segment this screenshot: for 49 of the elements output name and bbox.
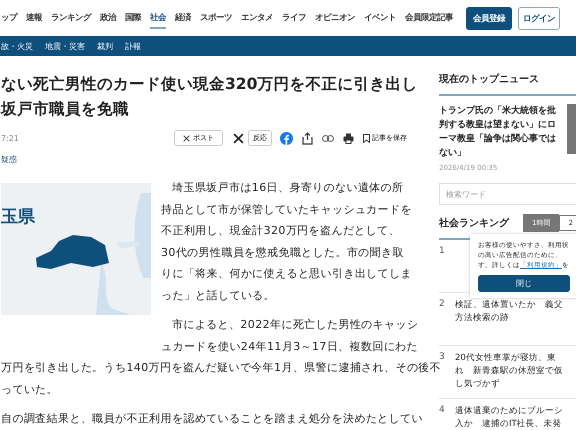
paragraph-line: 自の調査結果と、職員が不正利用を認めていることを踏まえ処分を決めたとしてい <box>1 411 423 427</box>
link-icon[interactable] <box>322 134 334 142</box>
x-icon <box>183 134 190 142</box>
publish-time: 7:21 <box>1 134 19 142</box>
ranking-headline[interactable]: 検証、遺体置いたか 義父 方法検索の跡 <box>455 299 563 339</box>
topic-tag[interactable]: 疑惑 <box>1 154 411 165</box>
nav-tab[interactable]: ランキング <box>51 8 91 28</box>
facebook-icon[interactable] <box>280 132 293 144</box>
paragraph-line: 万円を引き出した。うち140万円を盗んだ疑いで今年1月、県警に逮捕され、その後不 <box>1 360 441 376</box>
map-label: 玉県 <box>1 206 35 228</box>
paragraph-line: ュカードを使い24年11月3～17日、複数回にわた <box>161 338 418 354</box>
nav-tab[interactable]: ップ <box>1 8 17 28</box>
rank-number: 3 <box>439 352 446 362</box>
nav-tab[interactable]: イベント <box>364 8 396 28</box>
nav-tab[interactable]: 政治 <box>100 8 116 28</box>
nav-tab[interactable]: 速報 <box>26 8 42 28</box>
nav-tab[interactable]: 社会 <box>150 8 166 28</box>
paragraph-line: 市によると、2022年に死亡した男性のキャッシ <box>171 317 418 333</box>
paragraph: 埼玉県坂戸市は16日、身寄りのない遺体の所持品として市が保管していたキャッシュカードを不正利用し、現金計320万円を盗んだとして、30代の男性職員を懲戒免職とした。市の聞き取りに「将来、何かに使えると思い引き出してしまった」と話している。 <box>161 180 413 304</box>
share-icon[interactable] <box>302 132 313 144</box>
paragraph-line: っていた。 <box>1 382 58 398</box>
category-link[interactable]: 訃報 <box>125 40 141 52</box>
ranking-headline[interactable]: 遺体遺棄のためにブルーシ 入か 逮捕のIT社長、未発 <box>455 405 563 430</box>
search-field[interactable]: 検索ワード <box>439 183 576 205</box>
headline: 坂戸市職員を免職 <box>1 99 129 120</box>
category-link[interactable]: 地震・災害 <box>45 40 85 52</box>
x-icon[interactable] <box>233 132 244 144</box>
nav-tab[interactable]: 会員限定記事 <box>405 8 453 28</box>
category-link[interactable]: 裁判 <box>97 40 113 52</box>
bookmark-icon <box>363 134 370 142</box>
login-button[interactable]: ログイン <box>518 6 560 30</box>
close-button[interactable]: 閉じ <box>478 275 570 292</box>
section-title: 社会ランキング <box>439 216 509 230</box>
nav-tab[interactable]: エンタメ <box>241 8 273 28</box>
headline: ない死亡男性のカード使い現金320万円を不正に引き出し <box>1 74 418 95</box>
register-button[interactable]: 会員登録 <box>466 6 512 30</box>
category-link[interactable]: 故・火災 <box>1 40 33 52</box>
nav-tab[interactable]: 経済 <box>175 8 191 28</box>
nav-tab[interactable]: スポーツ <box>200 8 232 28</box>
rank-number: 2 <box>439 299 446 311</box>
ranking-headline[interactable]: 20代女性車掌が寝坊、東 れ 新青森駅の休憩室で仮 し気づかず <box>455 352 563 392</box>
rank-number: 1 <box>439 246 446 258</box>
top-news-headline[interactable]: トランプ氏の「米大統領を批判する教皇は望まない」にローマ教皇「論争は関心事ではない」 <box>439 104 559 160</box>
print-icon[interactable] <box>343 132 354 144</box>
nav-tab[interactable]: 国際 <box>125 8 141 28</box>
nav-tab[interactable]: ライフ <box>282 8 306 28</box>
nav-tab[interactable]: オピニオン <box>315 8 355 28</box>
section-title: 現在のトップニュース <box>439 72 576 96</box>
rank-number: 4 <box>439 405 446 417</box>
